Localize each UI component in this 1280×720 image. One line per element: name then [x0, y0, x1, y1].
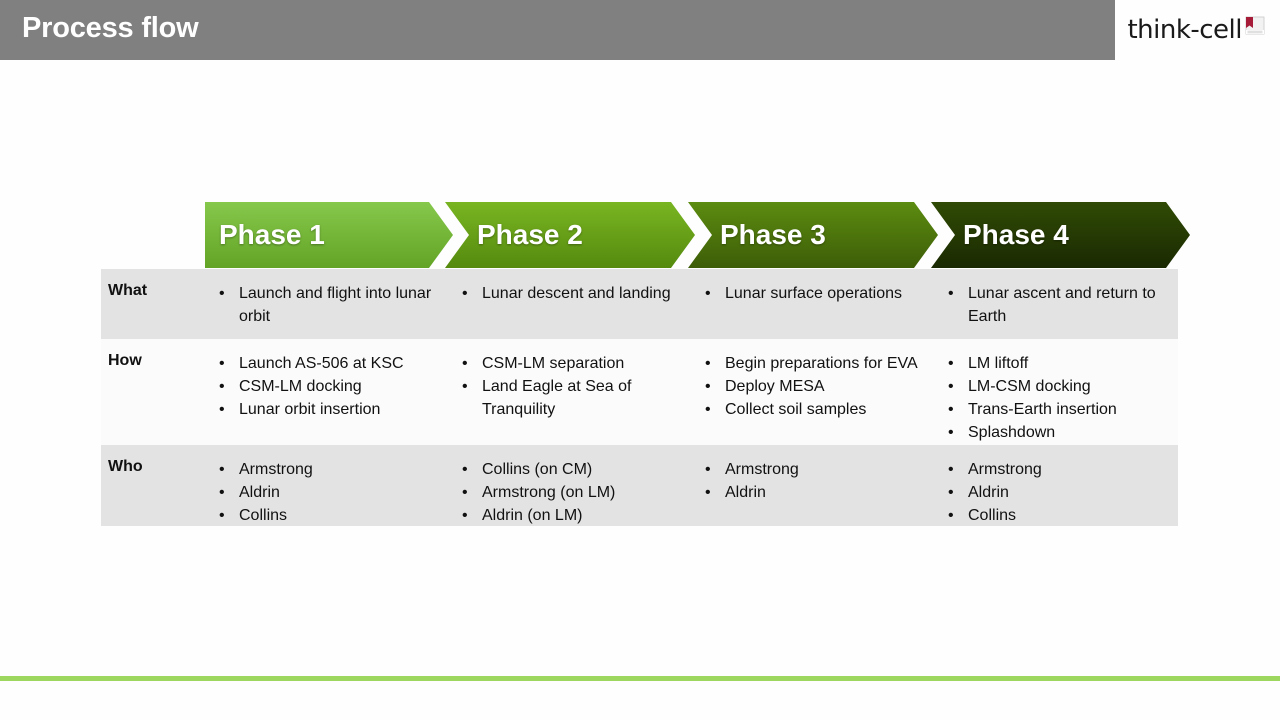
bullet-icon: •: [219, 484, 225, 501]
cell-who-phase-3: • Armstrong • Aldrin: [694, 445, 937, 526]
phase-1-chevron[interactable]: Phase 1: [205, 202, 453, 268]
row-label-how: How: [108, 352, 142, 369]
list-item: • LM liftoff: [937, 352, 1165, 375]
list-item: • Collins: [937, 504, 1165, 527]
cell-how-phase-4: • LM liftoff • LM-CSM docking • Trans-Earth…: [937, 339, 1175, 445]
bullet-icon: •: [219, 355, 225, 372]
list-item: • Armstrong: [937, 458, 1165, 481]
row-cells: • Launch and flight into lunar orbit • Lun…: [208, 269, 1178, 339]
cell-how-phase-1: • Launch AS-506 at KSC • CSM-LM docking • L…: [208, 339, 451, 445]
row-label-who: Who: [108, 458, 143, 475]
bullet-icon: •: [462, 507, 468, 524]
bullet-icon: •: [219, 285, 225, 302]
phase-chevron-bar: Phase 1 Phase 2 Phase 3 Phase 4: [205, 202, 1190, 268]
phase-4-label: Phase 4: [963, 219, 1069, 250]
cell-what-phase-1: • Launch and flight into lunar orbit: [208, 269, 451, 339]
bullet-icon: •: [948, 378, 954, 395]
list-item: • Deploy MESA: [694, 375, 927, 398]
bullet-icon: •: [948, 401, 954, 418]
bullet-icon: •: [219, 507, 225, 524]
phase-4-chevron[interactable]: Phase 4: [931, 202, 1190, 268]
bullet-icon: •: [948, 285, 954, 302]
phase-3-chevron[interactable]: Phase 3: [688, 202, 938, 268]
list-item: • CSM-LM separation: [451, 352, 684, 375]
bullet-icon: •: [948, 507, 954, 524]
bullet-icon: •: [462, 461, 468, 478]
row-label-what: What: [108, 282, 148, 299]
bottom-accent-line: [0, 676, 1280, 681]
cell-how-phase-2: • CSM-LM separation • Land Eagle at Sea of…: [451, 339, 694, 445]
bullet-icon: •: [705, 355, 711, 372]
bullet-icon: •: [705, 461, 711, 478]
page-title: Process flow: [22, 12, 199, 44]
phase-2-label: Phase 2: [477, 219, 583, 250]
cell-what-phase-4: • Lunar ascent and return to Earth: [937, 269, 1175, 339]
list-item: • Collins: [208, 504, 441, 527]
cell-who-phase-2: • Collins (on CM) • Armstrong (on LM) • Ald…: [451, 445, 694, 526]
row-cells: • Launch AS-506 at KSC • CSM-LM docking • L…: [208, 339, 1178, 445]
phase-3-label: Phase 3: [720, 219, 826, 250]
row-cells: • Armstrong • Aldrin • Collins • Collins (on…: [208, 445, 1178, 526]
list-item: • Lunar ascent and return to Earth: [937, 282, 1165, 328]
cell-what-phase-2: • Lunar descent and landing: [451, 269, 694, 339]
process-flow-table: What • Launch and flight into lunar orbit…: [101, 269, 1178, 526]
bullet-icon: •: [948, 461, 954, 478]
bullet-icon: •: [705, 484, 711, 501]
list-item: • Aldrin: [208, 481, 441, 504]
list-item: • Lunar descent and landing: [451, 282, 684, 305]
table-row: How • Launch AS-506 at KSC • CSM-LM dockin…: [101, 339, 1178, 445]
bullet-icon: •: [948, 484, 954, 501]
bullet-icon: •: [462, 285, 468, 302]
bullet-icon: •: [948, 355, 954, 372]
bullet-icon: •: [948, 424, 954, 441]
bullet-icon: •: [705, 285, 711, 302]
list-item: • Collect soil samples: [694, 398, 927, 421]
list-item: • Lunar orbit insertion: [208, 398, 441, 421]
list-item: • Launch and flight into lunar orbit: [208, 282, 441, 328]
bullet-icon: •: [219, 378, 225, 395]
bullet-icon: •: [462, 484, 468, 501]
bullet-icon: •: [705, 401, 711, 418]
list-item: • Armstrong (on LM): [451, 481, 684, 504]
list-item: • Splashdown: [937, 421, 1165, 444]
list-item: • Armstrong: [208, 458, 441, 481]
cell-who-phase-4: • Armstrong • Aldrin • Collins: [937, 445, 1175, 526]
list-item: • Begin preparations for EVA: [694, 352, 927, 375]
table-row: What • Launch and flight into lunar orbit…: [101, 269, 1178, 339]
list-item: • Aldrin: [937, 481, 1165, 504]
table-row: Who • Armstrong • Aldrin • Collins • Collins…: [101, 445, 1178, 526]
list-item: • CSM-LM docking: [208, 375, 441, 398]
phase-1-label: Phase 1: [219, 219, 325, 250]
list-item: • Aldrin: [694, 481, 927, 504]
bullet-icon: •: [705, 378, 711, 395]
bullet-icon: •: [219, 401, 225, 418]
bullet-icon: •: [462, 378, 468, 395]
list-item: • LM-CSM docking: [937, 375, 1165, 398]
list-item: • Launch AS-506 at KSC: [208, 352, 441, 375]
list-item: • Armstrong: [694, 458, 927, 481]
bullet-icon: •: [219, 461, 225, 478]
think-cell-logo: think-cell: [1127, 12, 1266, 48]
brand-name: think-cell: [1127, 15, 1242, 45]
list-item: • Trans-Earth insertion: [937, 398, 1165, 421]
bullet-icon: •: [462, 355, 468, 372]
phase-2-chevron[interactable]: Phase 2: [445, 202, 695, 268]
cell-who-phase-1: • Armstrong • Aldrin • Collins: [208, 445, 451, 526]
list-item: • Aldrin (on LM): [451, 504, 684, 527]
list-item: • Collins (on CM): [451, 458, 684, 481]
think-cell-page-mark-icon: [1244, 16, 1266, 38]
cell-how-phase-3: • Begin preparations for EVA • Deploy MESA…: [694, 339, 937, 445]
list-item: • Land Eagle at Sea of Tranquility: [451, 375, 684, 421]
cell-what-phase-3: • Lunar surface operations: [694, 269, 937, 339]
list-item: • Lunar surface operations: [694, 282, 927, 305]
